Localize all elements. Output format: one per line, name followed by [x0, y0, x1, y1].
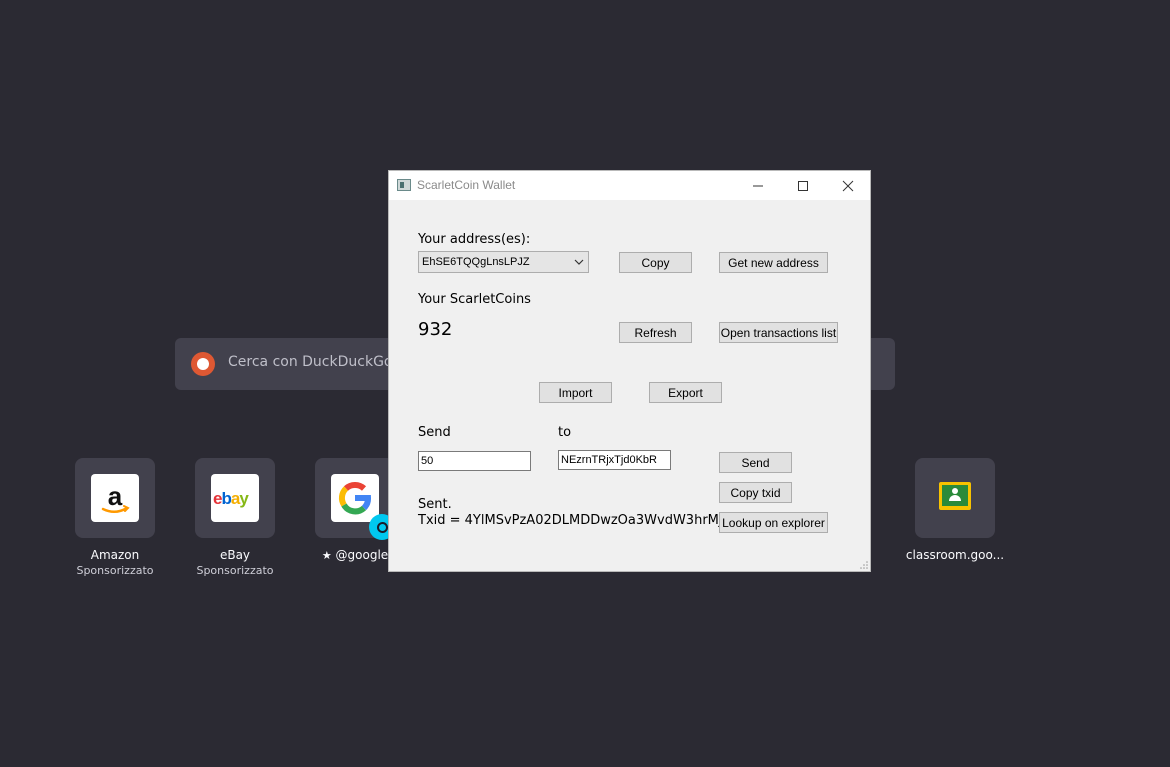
status-text: Sent. [418, 497, 452, 512]
close-icon [842, 180, 853, 191]
tile-subtitle: Sponsorizzato [196, 564, 274, 577]
copy-button[interactable]: Copy [619, 252, 692, 273]
tile-box [915, 458, 995, 538]
classroom-icon [939, 482, 971, 510]
shortcut-tile-amazon[interactable]: a Amazon Sponsorizzato [75, 458, 155, 577]
open-transactions-button[interactable]: Open transactions list [719, 322, 838, 343]
pin-icon: ★ [321, 549, 332, 562]
copy-txid-button[interactable]: Copy txid [719, 482, 792, 503]
app-icon [397, 179, 411, 191]
close-button[interactable] [825, 171, 870, 200]
import-button[interactable]: Import [539, 382, 612, 403]
txid-text: Txid = 4YlMSvPzA02DLMDDwzOa3WvdW3hrMJr2 [418, 513, 737, 528]
wallet-window: ScarletCoin Wallet Your address(es): EhS… [388, 170, 871, 572]
address-value: EhSE6TQQgLnsLPJZ [422, 256, 530, 268]
amazon-icon: a [91, 474, 139, 522]
address-label: Your address(es): [418, 232, 531, 247]
window-title: ScarletCoin Wallet [417, 178, 516, 192]
shortcut-tile-ebay[interactable]: ebay eBay Sponsorizzato [195, 458, 275, 577]
chevron-down-icon [574, 259, 584, 265]
to-label: to [558, 425, 572, 440]
tile-box: a [75, 458, 155, 538]
maximize-button[interactable] [780, 171, 825, 200]
send-button[interactable]: Send [719, 452, 792, 473]
svg-text:ebay: ebay [213, 489, 249, 508]
tile-title: classroom.goo... [905, 548, 1005, 562]
maximize-icon [797, 180, 808, 191]
svg-text:a: a [108, 481, 123, 511]
ebay-icon: ebay [211, 474, 259, 522]
balance-value: 932 [418, 319, 453, 340]
google-icon [331, 474, 379, 522]
coins-label: Your ScarletCoins [418, 292, 531, 307]
recipient-input[interactable]: NEzrnTRjxTjd0KbR [558, 450, 671, 470]
shortcut-tile-classroom[interactable]: classroom.goo... [906, 458, 1004, 562]
lookup-explorer-button[interactable]: Lookup on explorer [719, 512, 828, 533]
export-button[interactable]: Export [649, 382, 722, 403]
tile-box: ebay [195, 458, 275, 538]
title-bar[interactable]: ScarletCoin Wallet [389, 171, 870, 200]
resize-grip-icon[interactable] [860, 561, 868, 569]
send-label: Send [418, 425, 451, 440]
refresh-button[interactable]: Refresh [619, 322, 692, 343]
minimize-button[interactable] [735, 171, 780, 200]
tile-title: eBay [219, 548, 251, 562]
minimize-icon [752, 185, 763, 186]
shortcut-tile-google[interactable]: ★ @google [315, 458, 395, 562]
search-placeholder: Cerca con DuckDuckGo o [228, 354, 406, 370]
tile-subtitle: Sponsorizzato [76, 564, 154, 577]
tile-title: Amazon [90, 548, 140, 562]
get-new-address-button[interactable]: Get new address [719, 252, 828, 273]
duckduckgo-icon [191, 352, 215, 376]
amount-input[interactable]: 50 [418, 451, 531, 471]
address-dropdown[interactable]: EhSE6TQQgLnsLPJZ [418, 251, 589, 273]
